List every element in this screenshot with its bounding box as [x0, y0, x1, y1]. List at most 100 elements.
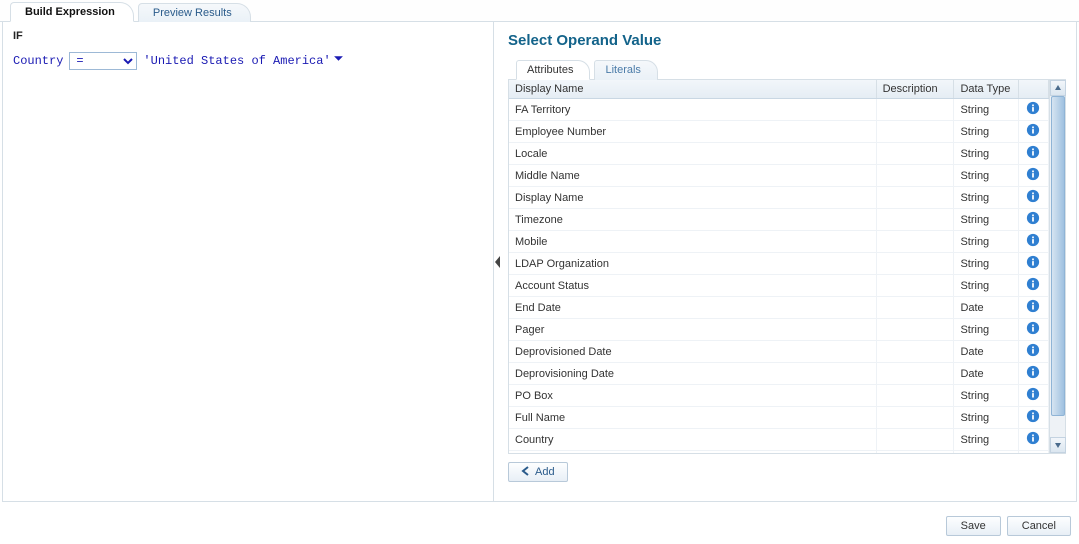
cell-display-name: Deprovisioning Date — [509, 363, 876, 385]
table-row[interactable]: PO BoxString — [509, 385, 1049, 407]
cell-data-type: String — [954, 429, 1019, 451]
cell-display-name: Display Name — [509, 187, 876, 209]
cell-data-type: String — [954, 121, 1019, 143]
cell-description — [876, 319, 954, 341]
info-icon[interactable] — [1026, 277, 1040, 291]
dialog-footer: Save Cancel — [946, 516, 1071, 536]
cell-info — [1018, 121, 1048, 143]
table-row[interactable]: Middle NameString — [509, 165, 1049, 187]
column-header-display-name[interactable]: Display Name — [509, 80, 876, 99]
add-button[interactable]: Add — [508, 462, 568, 482]
table-row[interactable]: End DateDate — [509, 297, 1049, 319]
info-icon[interactable] — [1026, 299, 1040, 313]
cell-description — [876, 297, 954, 319]
save-button[interactable]: Save — [946, 516, 1001, 536]
cell-display-name: Pager — [509, 319, 876, 341]
cell-display-name: Locale — [509, 143, 876, 165]
table-row[interactable]: Display NameString — [509, 187, 1049, 209]
table-row[interactable]: Pager String — [509, 319, 1049, 341]
table-row[interactable]: Deprovisioned DateDate — [509, 341, 1049, 363]
operand-value-pane: Select Operand Value Attributes Literals… — [493, 22, 1076, 501]
info-icon[interactable] — [1026, 365, 1040, 379]
cell-display-name: Mobile — [509, 231, 876, 253]
cell-info — [1018, 297, 1048, 319]
tab-build-expression[interactable]: Build Expression — [10, 2, 134, 22]
cell-description — [876, 99, 954, 121]
table-row[interactable]: Account Status String — [509, 275, 1049, 297]
cell-info — [1018, 99, 1048, 121]
cell-info — [1018, 231, 1048, 253]
info-icon[interactable] — [1026, 101, 1040, 115]
table-row[interactable]: Employee Number String — [509, 121, 1049, 143]
table-row[interactable]: Design Console AccessString — [509, 451, 1049, 454]
cell-data-type: String — [954, 275, 1019, 297]
info-icon[interactable] — [1026, 409, 1040, 423]
cell-data-type: String — [954, 231, 1019, 253]
info-icon[interactable] — [1026, 211, 1040, 225]
cell-description — [876, 231, 954, 253]
cell-description — [876, 341, 954, 363]
right-operand-dropdown[interactable]: 'United States of America' — [143, 53, 343, 69]
info-icon[interactable] — [1026, 387, 1040, 401]
cell-info — [1018, 143, 1048, 165]
cell-description — [876, 451, 954, 454]
cell-display-name: End Date — [509, 297, 876, 319]
table-row[interactable]: Deprovisioning DateDate — [509, 363, 1049, 385]
info-icon[interactable] — [1026, 123, 1040, 137]
cell-info — [1018, 363, 1048, 385]
chevron-down-icon — [333, 53, 344, 68]
scroll-down-button[interactable] — [1050, 437, 1066, 453]
tab-preview-results[interactable]: Preview Results — [138, 3, 251, 22]
cancel-button[interactable]: Cancel — [1007, 516, 1071, 536]
sub-tab-literals[interactable]: Literals — [594, 60, 657, 80]
cell-info — [1018, 165, 1048, 187]
cell-description — [876, 275, 954, 297]
cell-info — [1018, 407, 1048, 429]
info-icon[interactable] — [1026, 255, 1040, 269]
operand-sub-tabs: Attributes Literals — [508, 59, 1066, 80]
column-header-data-type[interactable]: Data Type — [954, 80, 1019, 99]
cell-data-type: String — [954, 99, 1019, 121]
cell-data-type: String — [954, 209, 1019, 231]
scroll-thumb[interactable] — [1051, 96, 1065, 416]
cell-display-name: FA Territory — [509, 99, 876, 121]
operator-select[interactable]: =!=><>=<=INNOT IN — [69, 52, 137, 70]
cell-data-type: String — [954, 319, 1019, 341]
pane-splitter-handle[interactable] — [493, 253, 503, 271]
info-icon[interactable] — [1026, 189, 1040, 203]
cell-display-name: Timezone — [509, 209, 876, 231]
cell-description — [876, 363, 954, 385]
info-icon[interactable] — [1026, 343, 1040, 357]
info-icon[interactable] — [1026, 233, 1040, 247]
cell-info — [1018, 385, 1048, 407]
table-row[interactable]: Mobile String — [509, 231, 1049, 253]
table-row[interactable]: LDAP OrganizationString — [509, 253, 1049, 275]
info-icon[interactable] — [1026, 145, 1040, 159]
info-icon[interactable] — [1026, 321, 1040, 335]
cell-display-name: PO Box — [509, 385, 876, 407]
cell-display-name: Employee Number — [509, 121, 876, 143]
cell-data-type: String — [954, 143, 1019, 165]
cell-display-name: Account Status — [509, 275, 876, 297]
table-row[interactable]: CountryString — [509, 429, 1049, 451]
attributes-table: Display Name Description Data Type FA Te… — [509, 80, 1049, 453]
table-row[interactable]: Locale String — [509, 143, 1049, 165]
scroll-up-button[interactable] — [1050, 80, 1066, 96]
cell-display-name: LDAP Organization — [509, 253, 876, 275]
cell-info — [1018, 341, 1048, 363]
table-row[interactable]: Full NameString — [509, 407, 1049, 429]
info-icon[interactable] — [1026, 167, 1040, 181]
column-header-description[interactable]: Description — [876, 80, 954, 99]
sub-tab-attributes[interactable]: Attributes — [516, 60, 590, 80]
cell-display-name: Deprovisioned Date — [509, 341, 876, 363]
cell-data-type: String — [954, 451, 1019, 454]
info-icon[interactable] — [1026, 431, 1040, 445]
cell-info — [1018, 319, 1048, 341]
cell-description — [876, 429, 954, 451]
top-tabs: Build Expression Preview Results — [0, 0, 1079, 22]
left-operand[interactable]: Country — [13, 54, 63, 68]
table-row[interactable]: FA Territory String — [509, 99, 1049, 121]
table-row[interactable]: Timezone String — [509, 209, 1049, 231]
vertical-scrollbar[interactable] — [1049, 80, 1065, 453]
cell-info — [1018, 187, 1048, 209]
